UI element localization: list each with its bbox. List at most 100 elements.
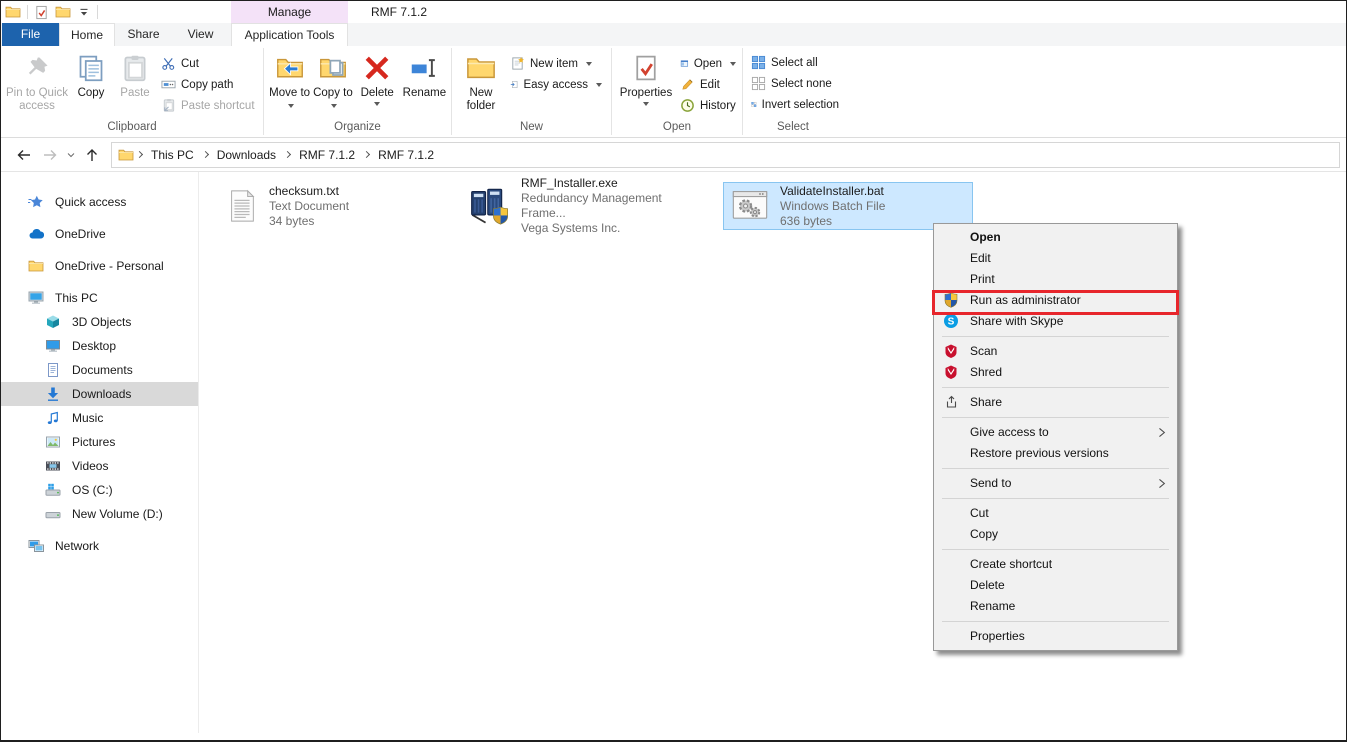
sidebar-item-this-pc[interactable]: This PC xyxy=(1,286,198,310)
new-item-button[interactable]: New item xyxy=(506,53,606,74)
menu-item-send-to[interactable]: Send to xyxy=(934,473,1177,494)
group-label-clipboard: Clipboard xyxy=(1,119,263,137)
move-to-button[interactable]: Move to xyxy=(268,49,311,113)
copy-path-icon xyxy=(161,77,176,92)
copy-path-button[interactable]: Copy path xyxy=(157,74,261,95)
group-label-new: New xyxy=(452,119,611,137)
cut-button[interactable]: Cut xyxy=(157,53,261,74)
breadcrumb-segment[interactable]: This PC xyxy=(143,143,202,167)
breadcrumb-chevron-icon xyxy=(202,151,209,158)
sidebar-item-downloads[interactable]: Downloads xyxy=(1,382,198,406)
menu-item-scan[interactable]: Scan xyxy=(934,341,1177,362)
dropdown-caret-icon xyxy=(730,62,736,66)
forward-button[interactable] xyxy=(37,142,63,168)
copy-button[interactable]: Copy xyxy=(69,49,113,100)
sidebar-item-documents[interactable]: Documents xyxy=(1,358,198,382)
desktop-icon xyxy=(45,338,61,354)
menu-item-create-shortcut[interactable]: Create shortcut xyxy=(934,554,1177,575)
tab-file[interactable]: File xyxy=(2,23,59,46)
edit-icon xyxy=(680,77,695,92)
tab-share[interactable]: Share xyxy=(115,23,172,46)
file-name: ValidateInstaller.bat xyxy=(780,184,885,199)
window-title: RMF 7.1.2 xyxy=(371,1,427,23)
menu-separator xyxy=(942,387,1169,388)
copy-to-button[interactable]: Copy to xyxy=(311,49,354,113)
file-tile-rmf-installer-exe[interactable]: RMF_Installer.exe Redundancy Management … xyxy=(463,182,711,230)
dropdown-caret-icon xyxy=(288,104,294,108)
sidebar-item-3d-objects[interactable]: 3D Objects xyxy=(1,310,198,334)
documents-icon xyxy=(45,362,61,378)
sidebar-item-os-c[interactable]: OS (C:) xyxy=(1,478,198,502)
menu-item-run-as-administrator[interactable]: Run as administrator xyxy=(934,290,1177,311)
menu-item-restore-previous-versions[interactable]: Restore previous versions xyxy=(934,443,1177,464)
tab-home[interactable]: Home xyxy=(59,23,115,46)
share-icon xyxy=(943,394,959,410)
breadcrumb-segment[interactable]: RMF 7.1.2 xyxy=(370,143,442,167)
delete-icon xyxy=(364,55,390,81)
up-button[interactable] xyxy=(79,142,105,168)
menu-item-open[interactable]: Open xyxy=(934,227,1177,248)
tab-application-tools[interactable]: Application Tools xyxy=(231,23,348,46)
tab-view[interactable]: View xyxy=(172,23,229,46)
folder-icon xyxy=(118,147,134,163)
history-icon xyxy=(680,98,695,113)
menu-item-delete[interactable]: Delete xyxy=(934,575,1177,596)
edit-button[interactable]: Edit xyxy=(676,74,740,95)
menu-item-copy[interactable]: Copy xyxy=(934,524,1177,545)
customize-caret-icon[interactable] xyxy=(77,5,91,19)
menu-item-shred[interactable]: Shred xyxy=(934,362,1177,383)
submenu-chevron-icon xyxy=(1155,426,1168,439)
properties-button[interactable]: Properties xyxy=(616,49,676,106)
open-button[interactable]: Open xyxy=(676,53,740,74)
breadcrumb-segment[interactable]: Downloads xyxy=(209,143,284,167)
menu-item-give-access-to[interactable]: Give access to xyxy=(934,422,1177,443)
paste-shortcut-button[interactable]: Paste shortcut xyxy=(157,95,261,116)
recent-locations-button[interactable] xyxy=(63,142,79,168)
select-none-button[interactable]: Select none xyxy=(747,73,843,94)
explorer-icon xyxy=(5,4,21,20)
breadcrumb-chevron-icon xyxy=(363,151,370,158)
file-explorer-window: Manage RMF 7.1.2 File Home Share View Ap… xyxy=(0,0,1347,742)
sidebar-item-videos[interactable]: Videos xyxy=(1,454,198,478)
sidebar-item-quick-access[interactable]: Quick access xyxy=(1,190,198,214)
menu-item-rename[interactable]: Rename xyxy=(934,596,1177,617)
sidebar-item-music[interactable]: Music xyxy=(1,406,198,430)
sidebar-item-desktop[interactable]: Desktop xyxy=(1,334,198,358)
history-button[interactable]: History xyxy=(676,95,740,116)
sidebar-item-network[interactable]: Network xyxy=(1,534,198,558)
address-bar[interactable]: This PC Downloads RMF 7.1.2 RMF 7.1.2 xyxy=(111,142,1340,168)
quick-access-toolbar xyxy=(5,3,98,21)
sidebar-item-new-volume-d[interactable]: New Volume (D:) xyxy=(1,502,198,526)
new-folder-qat-icon[interactable] xyxy=(55,4,71,20)
menu-item-print[interactable]: Print xyxy=(934,269,1177,290)
menu-item-share-with-skype[interactable]: Share with Skype xyxy=(934,311,1177,332)
paste-button[interactable]: Paste xyxy=(113,49,157,100)
sidebar-item-pictures[interactable]: Pictures xyxy=(1,430,198,454)
sidebar-item-onedrive-personal[interactable]: OneDrive - Personal xyxy=(1,254,198,278)
easy-access-icon xyxy=(510,77,518,92)
paste-icon xyxy=(121,54,149,82)
folder-icon xyxy=(28,258,44,274)
menu-item-cut[interactable]: Cut xyxy=(934,503,1177,524)
invert-selection-button[interactable]: Invert selection xyxy=(747,94,843,115)
contextual-group-manage[interactable]: Manage xyxy=(231,1,348,23)
file-tile-checksum-txt[interactable]: checksum.txt Text Document 34 bytes xyxy=(219,182,451,230)
pin-to-quick-access-button[interactable]: Pin to Quick access xyxy=(5,49,69,113)
ribbon-group-select: Select all Select none Invert selection … xyxy=(743,46,843,137)
menu-item-properties[interactable]: Properties xyxy=(934,626,1177,647)
delete-button[interactable]: Delete xyxy=(355,49,400,106)
sidebar-item-onedrive[interactable]: OneDrive xyxy=(1,222,198,246)
new-folder-button[interactable]: New folder xyxy=(456,49,506,113)
dropdown-caret-icon xyxy=(643,102,649,106)
easy-access-button[interactable]: Easy access xyxy=(506,74,606,95)
properties-qat-icon[interactable] xyxy=(34,5,49,20)
rename-button[interactable]: Rename xyxy=(400,49,449,100)
select-all-button[interactable]: Select all xyxy=(747,52,843,73)
move-to-icon xyxy=(276,54,304,82)
back-button[interactable] xyxy=(11,142,37,168)
breadcrumb-segment[interactable]: RMF 7.1.2 xyxy=(291,143,363,167)
menu-item-edit[interactable]: Edit xyxy=(934,248,1177,269)
menu-item-share[interactable]: Share xyxy=(934,392,1177,413)
music-icon xyxy=(45,410,61,426)
network-icon xyxy=(28,538,44,554)
